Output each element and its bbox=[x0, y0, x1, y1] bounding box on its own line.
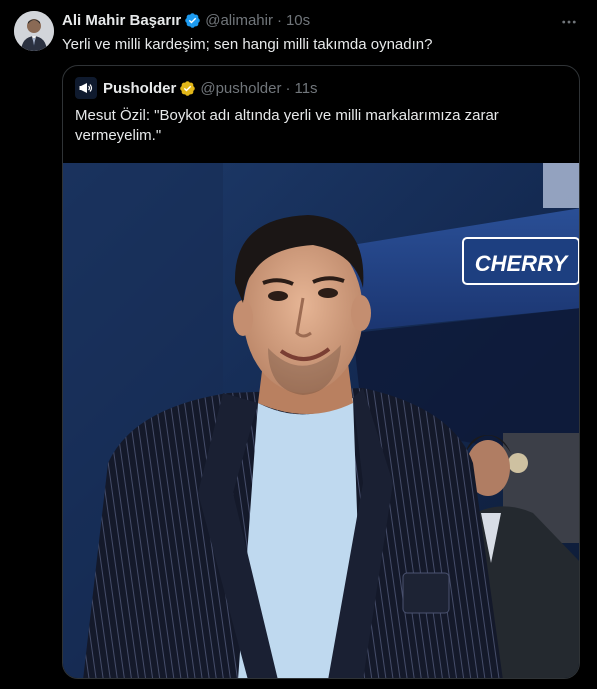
tweet[interactable]: Ali Mahir Başarır @alimahir · 10s Yerli … bbox=[0, 0, 597, 689]
more-options-icon[interactable] bbox=[559, 12, 579, 32]
avatar[interactable] bbox=[14, 11, 54, 51]
quoted-separator-dot: · bbox=[285, 79, 291, 97]
quoted-avatar[interactable] bbox=[75, 77, 97, 99]
gold-verified-badge-icon[interactable] bbox=[179, 80, 196, 97]
quoted-timestamp[interactable]: 11s bbox=[294, 80, 317, 97]
quoted-author-name[interactable]: Pusholder bbox=[103, 80, 176, 97]
tweet-text: Yerli ve milli kardeşim; sen hangi milli… bbox=[62, 36, 433, 53]
quoted-tweet[interactable]: Pusholder @pusholder · 11s Mesut Özil: "… bbox=[62, 65, 580, 679]
megaphone-icon bbox=[79, 83, 93, 93]
cherry-sign: CHERRY bbox=[475, 251, 570, 276]
quoted-tweet-text: Mesut Özil: "Boykot adı altında yerli ve… bbox=[75, 107, 499, 144]
timestamp[interactable]: 10s bbox=[286, 12, 310, 29]
quoted-tweet-header: Pusholder @pusholder · 11s bbox=[75, 77, 318, 99]
author-handle[interactable]: @alimahir bbox=[205, 12, 273, 29]
quoted-photo[interactable]: CHERRY bbox=[63, 163, 579, 678]
tweet-header: Ali Mahir Başarır @alimahir · 10s bbox=[62, 10, 310, 30]
verified-badge-icon[interactable] bbox=[184, 12, 201, 29]
separator-dot: · bbox=[276, 11, 282, 29]
author-name[interactable]: Ali Mahir Başarır bbox=[62, 12, 181, 29]
quoted-author-handle[interactable]: @pusholder bbox=[200, 80, 281, 97]
